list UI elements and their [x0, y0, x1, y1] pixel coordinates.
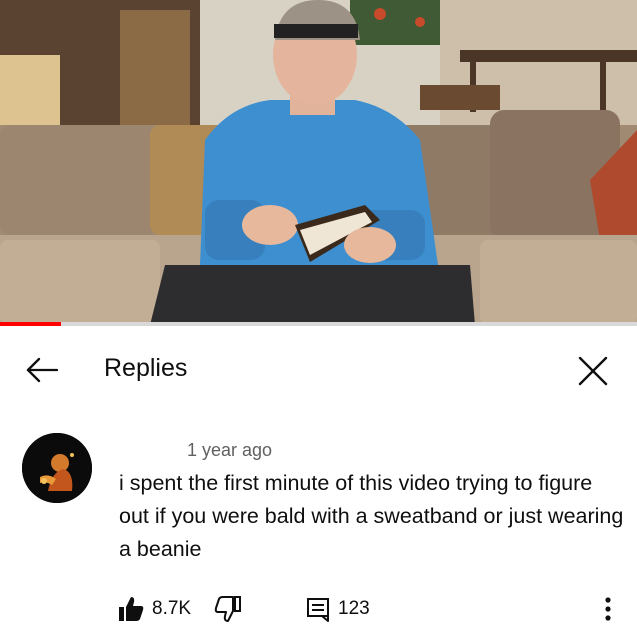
back-button[interactable] [22, 350, 62, 390]
like-button[interactable] [117, 595, 145, 623]
comment-icon-svg [307, 598, 329, 622]
replies-screen: Replies 1 year ago i spent the first min… [0, 0, 637, 638]
replies-header: Replies [0, 330, 637, 408]
comment-text: i spent the first minute of this video t… [119, 471, 624, 561]
comment: 1 year ago i spent the first minute of t… [0, 425, 637, 638]
page-title: Replies [104, 354, 188, 382]
arrow-left-icon [26, 357, 59, 383]
comment-timestamp: 1 year ago [187, 440, 273, 460]
video-progress-fill [0, 322, 61, 326]
more-button[interactable] [596, 593, 620, 625]
close-icon [578, 356, 608, 386]
thumbs-up-filled-icon [119, 597, 144, 621]
reply-count: 123 [338, 598, 370, 619]
like-count: 8.7K [152, 598, 192, 619]
video-progress-bar[interactable] [0, 322, 637, 326]
close-button[interactable] [572, 350, 614, 392]
comment-actions: 8.7K 123 [0, 591, 637, 627]
video-frame [0, 0, 637, 325]
video-player[interactable] [0, 0, 637, 325]
thumbs-down-icon [214, 596, 241, 622]
comment-icon[interactable] [305, 596, 331, 622]
avatar[interactable] [22, 433, 92, 503]
avatar-image [22, 433, 92, 503]
dislike-button[interactable] [214, 595, 242, 623]
more-vertical-icon [605, 597, 611, 621]
